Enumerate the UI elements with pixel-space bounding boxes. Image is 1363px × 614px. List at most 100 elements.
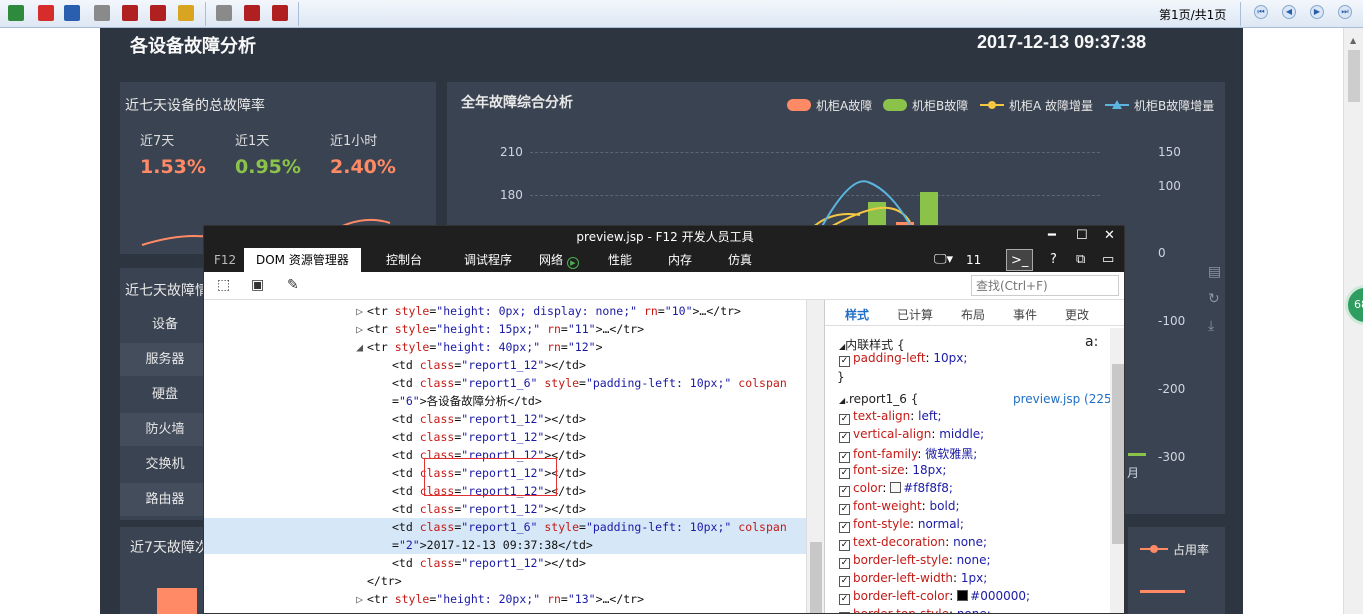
dom-node-line[interactable]: <td class="report1_12"></td> [204,410,806,428]
checkbox-icon[interactable]: ✓ [839,486,850,497]
tab-memory[interactable]: 内存 [668,248,692,272]
checkbox-icon[interactable]: ✓ [839,594,850,605]
tab-layout[interactable]: 布局 [961,306,985,323]
console-icon[interactable]: >_ [1006,249,1034,271]
maximize-icon[interactable]: ☐ [1076,228,1088,243]
checkbox-icon[interactable]: ✓ [839,504,850,515]
dom-node-line[interactable]: ◢ <tr style="height: 40px;" rn="12"> [204,338,806,356]
dom-node-line[interactable]: ▷ <tr style="height: 15px;" rn="11">…</tr… [204,320,806,338]
style-property[interactable]: ✓ font-family: 微软雅黑; [839,445,977,463]
highlight-icon[interactable]: ▣ [251,277,264,293]
emulation-monitor-icon[interactable]: 🖵▾ [934,249,953,271]
style-property[interactable]: ✓ font-weight: bold; [839,499,959,515]
checkbox-icon[interactable]: ✓ [839,414,850,425]
close-icon[interactable]: ✕ [1104,228,1115,243]
tab-f12[interactable]: F12 [214,248,236,272]
find-input[interactable] [971,275,1119,296]
style-property[interactable]: ✓ color: #f8f8f8; [839,481,953,497]
style-property[interactable]: ✓ vertical-align: middle; [839,427,984,443]
scrollbar-thumb[interactable] [810,542,822,613]
dom-node-line[interactable]: ="6">各设备故障分析</td> [204,392,806,410]
expand-toggle-icon[interactable]: ▷ [204,302,367,320]
dom-node-line[interactable]: <td class="report1_12"></td> [204,554,806,572]
dom-node-line[interactable]: <td class="report1_6" style="padding-lef… [204,518,806,536]
style-property[interactable]: ✓ border-left-width: 1px; [839,571,987,587]
checkbox-icon[interactable]: ✓ [839,522,850,533]
checkbox-icon[interactable]: ✓ [839,558,850,569]
tab-network[interactable]: 网络 ▶ [539,248,579,272]
expand-toggle-icon[interactable]: ▷ [204,590,367,608]
tab-performance[interactable]: 性能 [608,248,632,272]
pdf-export-icon[interactable] [150,5,166,21]
dom-node-line[interactable]: ="2">2017-12-13 09:37:38</td> [204,536,806,554]
tab-debugger[interactable]: 调试程序 [464,248,512,272]
tab-changes[interactable]: 更改 [1065,306,1089,323]
styles-scrollbar[interactable] [1110,328,1124,613]
tab-computed[interactable]: 已计算 [897,306,933,323]
style-property[interactable]: ✓ border-left-color: #000000; [839,589,1030,605]
scrollbar-thumb[interactable] [1348,50,1360,102]
font-size-icon[interactable]: a: [1085,334,1098,350]
scrollbar-thumb[interactable] [1112,364,1124,544]
excel-icon[interactable] [8,5,24,21]
legend-item[interactable]: 机柜B故障 [883,97,968,114]
legend-item[interactable]: 机柜A故障 [787,97,872,114]
scroll-up-icon[interactable]: ▲ [1350,36,1356,45]
print-icon[interactable] [94,5,110,21]
tab-dom-explorer[interactable]: DOM 资源管理器 [244,248,361,272]
dom-node-line[interactable]: <td class="report1_12"></td> [204,428,806,446]
device-row[interactable]: 交换机 [120,448,210,481]
pdf-icon[interactable] [38,5,54,21]
device-row[interactable]: 防火墙 [120,413,210,446]
word-icon[interactable] [64,5,80,21]
device-row[interactable]: 硬盘 [120,378,210,411]
checkbox-icon[interactable]: ✓ [839,356,850,367]
download-icon[interactable]: ⤓ [1208,318,1214,334]
legend-item[interactable]: 机柜B故障增量 [1105,97,1214,114]
style-property[interactable]: ✓ text-align: left; [839,409,942,425]
image-export-icon[interactable] [178,5,194,21]
rule-source-link[interactable]: preview.jsp (225) [1013,392,1116,406]
color-swatch[interactable] [890,482,902,493]
tab-styles[interactable]: 样式 [845,306,869,323]
first-page-icon[interactable]: ⏮ [1254,5,1268,19]
pdf-print-icon[interactable] [122,5,138,21]
tab-console[interactable]: 控制台 [386,248,422,272]
color-picker-icon[interactable]: ✎ [287,277,299,293]
checkbox-icon[interactable]: ✓ [839,452,850,463]
print-icon[interactable] [216,5,232,21]
expand-toggle-icon[interactable]: ◢ [204,338,367,356]
style-property[interactable]: ✓border-top-style: none; [839,607,991,613]
device-row[interactable]: 服务器 [120,343,210,376]
style-property[interactable]: ✓ font-size: 18px; [839,463,946,479]
color-swatch[interactable] [957,590,969,601]
style-property[interactable]: ✓ text-decoration: none; [839,535,987,551]
dom-scrollbar[interactable] [806,300,824,613]
prev-page-icon[interactable]: ◀ [1282,5,1296,19]
dom-node-line[interactable]: ▷ <tr style="height: 20px;" rn="13">…</tr… [204,590,806,608]
dom-node-line[interactable]: <td class="report1_12"></td> [204,500,806,518]
style-property[interactable]: ✓ border-left-style: none; [839,553,991,569]
refresh-icon[interactable]: ↻ [1208,291,1220,307]
dom-node-line[interactable]: ▷ <tr style = "height: 0px; display: none;"… [204,302,806,320]
dom-node-line[interactable]: <td class="report1_12"></td> [204,356,806,374]
checkbox-icon[interactable]: ✓ [839,432,850,443]
usage-legend[interactable]: 占用率 [1140,541,1209,558]
next-page-icon[interactable]: ▶ [1310,5,1324,19]
legend-item[interactable]: 机柜A 故障增量 [980,97,1093,114]
checkbox-icon[interactable]: ✓ [839,576,850,587]
select-element-icon[interactable]: ⬚ [217,277,230,293]
checkbox-icon[interactable]: ✓ [839,468,850,479]
tab-events[interactable]: 事件 [1013,306,1037,323]
help-icon[interactable]: ? [1050,249,1057,271]
checkbox-icon[interactable]: ✓ [839,540,850,551]
style-property[interactable]: ✓ font-style: normal; [839,517,964,533]
pdf-print-icon[interactable] [244,5,260,21]
last-page-icon[interactable]: ⏭ [1338,5,1352,19]
pdf-export-icon[interactable] [272,5,288,21]
tab-emulation[interactable]: 仿真 [728,248,752,272]
document-icon[interactable]: ▤ [1208,264,1221,280]
undock-icon[interactable]: ⧉ [1076,249,1085,271]
dock-icon[interactable]: ▭ [1102,249,1114,271]
style-property[interactable]: ✓ padding-left: 10px; [839,351,967,367]
